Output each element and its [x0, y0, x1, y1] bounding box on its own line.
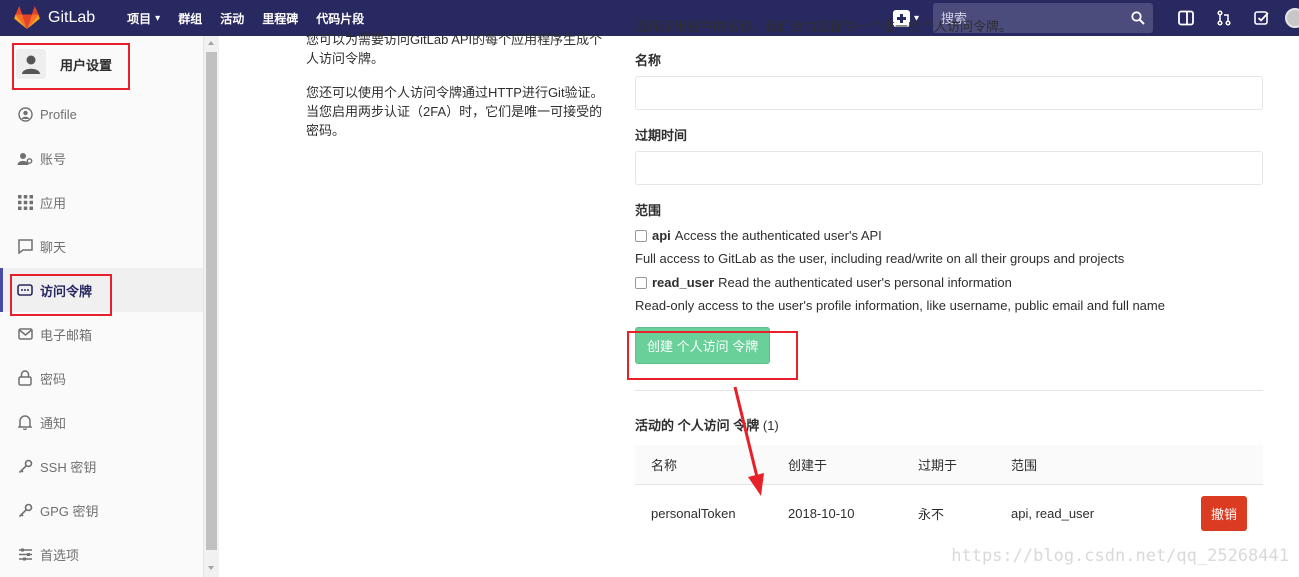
nav-snippets-label: 代码片段	[316, 11, 365, 26]
nav-milestones[interactable]: 里程碑	[262, 10, 298, 27]
chevron-down-icon: ▾	[155, 12, 161, 24]
scroll-up-arrow-icon[interactable]	[208, 41, 214, 45]
intro-text: 您可以为需要访问GitLab API的每个应用程序生成个人访问令牌。 您还可以使…	[306, 30, 606, 155]
header-created: 创建于	[788, 458, 828, 473]
scope-read-user-checkbox[interactable]	[635, 276, 647, 289]
chat-icon	[17, 238, 33, 254]
scope-read-user-help: Read-only access to the user's profile i…	[635, 298, 1165, 313]
sidebar-item-notifications[interactable]: 通知	[0, 400, 203, 444]
annotation-box-access-tokens	[10, 274, 112, 316]
scope-read-user-title: Read the authenticated user's personal i…	[718, 275, 1012, 290]
token-scopes: api, read_user	[1011, 505, 1095, 521]
annotation-arrow-icon	[733, 386, 764, 496]
scope-api-key: api	[652, 228, 671, 243]
sidebar-item-label: 聊天	[40, 239, 67, 255]
annotation-box-create-button	[627, 331, 798, 380]
token-actions: 撤销	[1181, 495, 1263, 531]
scope-read-user-key: read_user	[652, 275, 715, 290]
name-label: 名称	[635, 53, 662, 68]
watermark-text: https://blog.csdn.net/qq_25268441	[951, 546, 1289, 566]
preferences-icon	[17, 546, 33, 562]
nav-groups[interactable]: 群组	[178, 10, 202, 27]
user-avatar[interactable]	[1285, 8, 1299, 28]
nav-projects-label: 项目	[127, 11, 152, 26]
scope-read-user: read_user Read the authenticated user's …	[635, 275, 1263, 290]
sidebar-item-label: 首选项	[40, 547, 80, 563]
header-scopes: 范围	[1011, 458, 1038, 473]
sidebar-item-label: Profile	[40, 106, 77, 122]
brand-link[interactable]: GitLab	[0, 0, 95, 36]
nav-projects[interactable]: 项目 ▾	[127, 10, 160, 27]
sidebar-item-profile[interactable]: Profile	[0, 92, 203, 136]
sidebar-item-label: 账号	[40, 151, 67, 167]
revoke-token-button[interactable]: 撤销	[1200, 495, 1247, 531]
intro-paragraph-1: 您可以为需要访问GitLab API的每个应用程序生成个人访问令牌。	[306, 32, 603, 66]
sidebar-item-label: SSH 密钥	[40, 459, 97, 475]
account-icon	[17, 150, 33, 166]
brand-name: GitLab	[48, 9, 96, 26]
scope-api: api Access the authenticated user's API	[635, 228, 1263, 243]
nav-activity[interactable]: 活动	[220, 10, 244, 27]
bell-icon	[17, 414, 33, 430]
sidebar-item-chat[interactable]: 聊天	[0, 224, 203, 268]
sidebar-item-preferences[interactable]: 首选项	[0, 532, 203, 576]
token-expires: 永不	[918, 506, 945, 522]
gitlab-logo-icon	[14, 6, 40, 29]
email-icon	[17, 326, 33, 342]
sidebar-scrollbar[interactable]	[204, 36, 219, 577]
expires-label: 过期时间	[635, 128, 688, 143]
sidebar-item-gpg-keys[interactable]: GPG 密钥	[0, 488, 203, 532]
sidebar-item-ssh-keys[interactable]: SSH 密钥	[0, 444, 203, 488]
nav-milestones-label: 里程碑	[262, 11, 299, 26]
sidebar-item-password[interactable]: 密码	[0, 356, 203, 400]
sidebar-item-account[interactable]: 账号	[0, 136, 203, 180]
scroll-down-arrow-icon[interactable]	[208, 566, 214, 570]
token-name-input[interactable]	[635, 76, 1263, 110]
form-intro-text: 选择应用程序的名称，我们会为您提供一个唯一的个人访问令牌。	[635, 19, 1013, 34]
nav-groups-label: 群组	[178, 11, 203, 26]
scrollbar-thumb[interactable]	[206, 52, 217, 550]
sidebar-item-label: 电子邮箱	[40, 327, 93, 343]
scope-api-checkbox[interactable]	[635, 229, 647, 242]
sidebar-item-label: 通知	[40, 415, 67, 431]
token-expires-input[interactable]	[635, 151, 1263, 185]
scope-api-help: Full access to GitLab as the user, inclu…	[635, 251, 1125, 266]
key-icon	[17, 458, 33, 474]
key-icon	[17, 502, 33, 518]
applications-icon	[17, 194, 33, 210]
sidebar-item-applications[interactable]: 应用	[0, 180, 203, 224]
sidebar-item-label: 应用	[40, 195, 67, 211]
nav-activity-label: 活动	[220, 11, 245, 26]
sidebar-item-label: GPG 密钥	[40, 503, 99, 519]
nav-snippets[interactable]: 代码片段	[316, 10, 364, 27]
token-created: 2018-10-10	[788, 505, 855, 521]
sidebar-item-label: 密码	[40, 371, 67, 387]
sidebar-item-emails[interactable]: 电子邮箱	[0, 312, 203, 356]
token-name: personalToken	[651, 505, 736, 521]
lock-icon	[17, 370, 33, 386]
scope-api-title: Access the authenticated user's API	[674, 228, 882, 243]
intro-paragraph-2: 您还可以使用个人访问令牌通过HTTP进行Git验证。 当您启用两步认证（2FA）…	[306, 85, 604, 138]
annotation-box-sidebar-title	[12, 43, 130, 90]
nav-links: 项目 ▾ 群组 活动 里程碑 代码片段	[127, 10, 382, 27]
header-expires: 过期于	[918, 458, 958, 473]
scopes-label: 范围	[635, 203, 662, 218]
profile-icon	[17, 106, 33, 122]
